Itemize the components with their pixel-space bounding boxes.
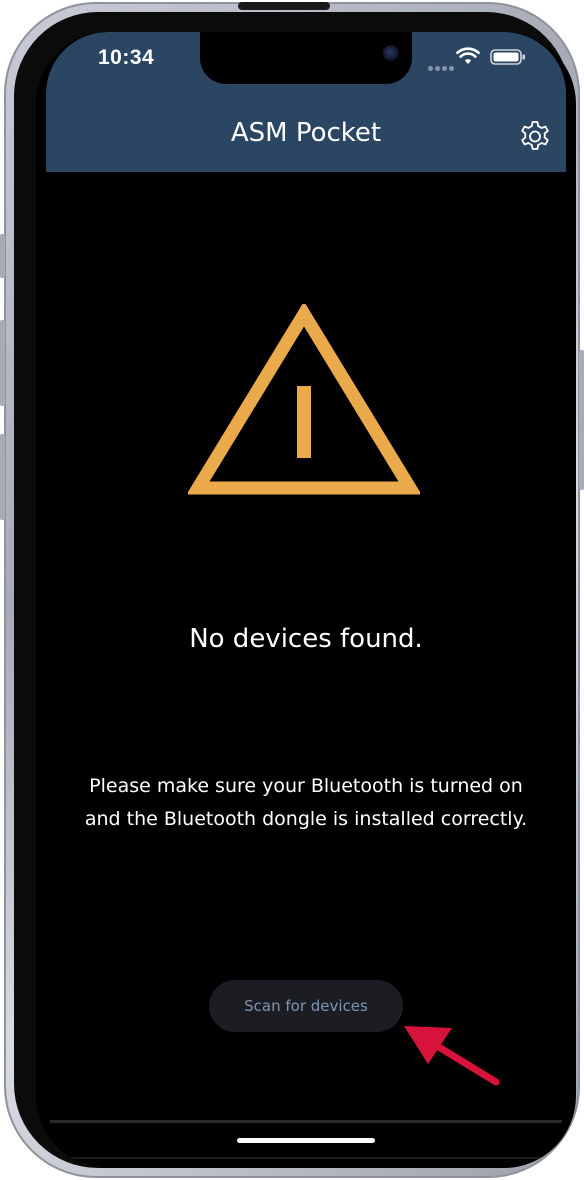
annotation-arrow-icon [404, 1026, 500, 1086]
app-title: ASM Pocket [230, 118, 382, 148]
bluetooth-instructions: Please make sure your Bluetooth is turne… [84, 775, 528, 830]
power-button [579, 350, 584, 490]
bottom-edge [56, 1157, 556, 1159]
volume-down-button [0, 434, 5, 520]
status-time: 10:34 [98, 46, 155, 69]
volume-up-button [0, 320, 5, 406]
warning-triangle-icon [188, 304, 420, 495]
wifi-icon [456, 47, 480, 64]
front-camera [383, 45, 399, 61]
home-indicator[interactable] [237, 1138, 375, 1143]
silent-switch [0, 234, 5, 278]
phone-bezel: ASM Pocket 10:34 No devices found. Pleas… [14, 2, 576, 1168]
scan-for-devices-button[interactable]: Scan for devices [209, 980, 403, 1032]
screen: ASM Pocket 10:34 No devices found. Pleas… [36, 32, 576, 1168]
no-devices-headline: No devices found. [189, 624, 423, 654]
gear-icon[interactable] [518, 119, 552, 153]
earpiece-speaker [238, 2, 330, 10]
battery-icon [490, 49, 525, 65]
notch [200, 32, 412, 84]
bottom-divider [50, 1120, 562, 1123]
phone-frame: ASM Pocket 10:34 No devices found. Pleas… [0, 2, 584, 1178]
